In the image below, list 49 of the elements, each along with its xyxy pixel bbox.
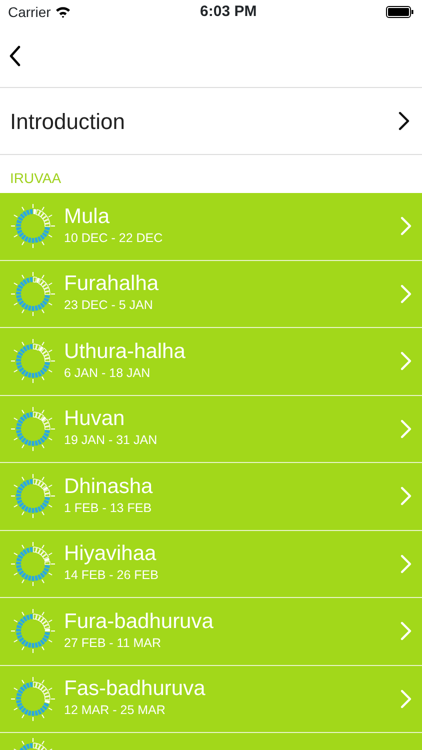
back-icon[interactable] (8, 44, 22, 66)
row-title: Furahalha (64, 272, 160, 296)
list-row[interactable]: Fas-badhuruva 12 MAR - 25 MAR (0, 666, 422, 733)
list-row[interactable]: Mula 10 DEC - 22 DEC (0, 193, 422, 260)
row-title: Fura-badhuruva (64, 610, 214, 634)
chevron-icon (400, 554, 412, 574)
row-title: Dhinasha (64, 474, 154, 499)
battery-icon (386, 6, 414, 18)
row-title: Huvan (64, 407, 126, 432)
chevron-icon (400, 418, 412, 439)
wheel-icon (10, 473, 56, 520)
chevron-icon (400, 216, 412, 236)
wifi-icon (54, 6, 71, 18)
row-dates: 1 FEB - 13 FEB (64, 500, 153, 517)
chevron-icon (398, 111, 410, 131)
row-title: Hiyavihaa (64, 542, 158, 566)
list-row[interactable]: Hiyavihaa 14 FEB - 26 FEB (0, 530, 422, 598)
status-time: 6:03 PM (200, 2, 257, 22)
wheel-icon (10, 338, 56, 384)
chevron-icon (400, 621, 412, 642)
row-dates: 6 JAN - 18 JAN (64, 364, 152, 382)
chevron-icon (400, 486, 412, 506)
row-title: Fas-badhuruva (64, 677, 206, 702)
carrier-name: Carrier (8, 2, 51, 22)
row-dates: 14 FEB - 26 FEB (64, 567, 160, 584)
row-dates: 19 JAN - 31 JAN (64, 432, 158, 450)
row-dates: 23 DEC - 5 JAN (64, 297, 154, 314)
list-row[interactable]: Furahalha 23 DEC - 5 JAN (0, 260, 422, 328)
row-title: Mula (64, 204, 111, 229)
chevron-icon (400, 284, 412, 304)
wheel-icon (10, 270, 56, 317)
row-dates: 27 FEB - 11 MAR (64, 634, 162, 652)
wheel-icon (10, 406, 56, 452)
wheel-icon (10, 608, 56, 654)
wheel-icon (10, 203, 56, 250)
intro-label: Introduction (10, 108, 125, 136)
section-title: IRUVAA (10, 169, 62, 188)
chevron-icon (400, 688, 412, 709)
row-dates: 10 DEC - 22 DEC (64, 230, 164, 247)
row-title: Uthura-halha (64, 340, 186, 364)
wheel-icon (10, 676, 56, 722)
intro-row[interactable]: Introduction (0, 88, 422, 155)
wheel-icon (10, 540, 56, 587)
list-row[interactable]: Huvan 19 JAN - 31 JAN (0, 396, 422, 463)
row-dates: 12 MAR - 25 MAR (64, 702, 166, 720)
list-row[interactable]: Dhinasha 1 FEB - 13 FEB (0, 463, 422, 530)
list-row[interactable]: Fura-badhuruva 27 FEB - 11 MAR (0, 598, 422, 666)
chevron-icon (400, 351, 412, 372)
list-row[interactable]: Uthura-halha 6 JAN - 18 JAN (0, 328, 422, 396)
